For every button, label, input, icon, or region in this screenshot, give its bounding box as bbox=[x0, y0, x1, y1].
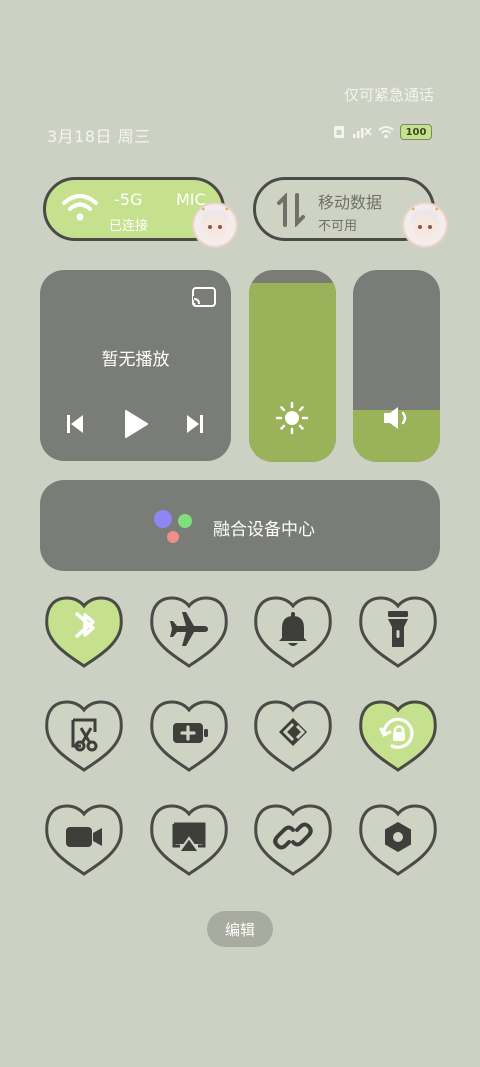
no-signal-icon bbox=[353, 127, 372, 138]
tile-airplane[interactable] bbox=[148, 594, 230, 670]
wifi-icon bbox=[62, 194, 98, 221]
brightness-level-fill bbox=[249, 283, 336, 462]
tile-flashlight[interactable] bbox=[357, 594, 439, 670]
wifi-status: 已连接 bbox=[109, 219, 149, 234]
wifi-network-name: -5G bbox=[114, 190, 143, 209]
previous-icon[interactable] bbox=[65, 413, 85, 435]
tile-share[interactable] bbox=[252, 698, 334, 774]
mobile-data-icon bbox=[277, 193, 305, 227]
avatar bbox=[192, 202, 238, 248]
tile-rotation-lock[interactable] bbox=[357, 698, 439, 774]
mobile-data-label: 移动数据 bbox=[318, 193, 383, 212]
mobile-data-status: 不可用 bbox=[318, 219, 358, 234]
tile-nfc[interactable] bbox=[357, 802, 439, 878]
tile-screen-record[interactable] bbox=[43, 802, 125, 878]
wifi-icon bbox=[378, 126, 394, 139]
battery-icon: 100 bbox=[400, 124, 432, 140]
date-text: 3月18日 周三 bbox=[47, 127, 151, 146]
brightness-slider[interactable] bbox=[249, 270, 336, 462]
battery-plus-icon bbox=[173, 723, 208, 743]
device-center-label: 融合设备中心 bbox=[213, 520, 315, 540]
mobile-data-toggle[interactable]: 移动数据 不可用 bbox=[253, 177, 448, 248]
wifi-toggle[interactable]: -5G MIC 已连接 bbox=[43, 177, 238, 248]
tile-screen-cast[interactable] bbox=[148, 802, 230, 878]
no-media-label: 暂无播放 bbox=[101, 350, 170, 370]
volume-slider[interactable] bbox=[353, 270, 440, 462]
sun-icon bbox=[275, 401, 309, 435]
assistant-dots-icon bbox=[154, 510, 192, 543]
edit-button[interactable]: 编辑 bbox=[207, 911, 273, 947]
tile-bell[interactable] bbox=[252, 594, 334, 670]
emergency-calls-only-text: 仅可紧急通话 bbox=[343, 86, 434, 104]
play-icon[interactable] bbox=[123, 409, 149, 439]
tile-battery-saver[interactable] bbox=[148, 698, 230, 774]
tile-bluetooth[interactable] bbox=[43, 594, 125, 670]
avatar bbox=[402, 202, 448, 248]
tile-link[interactable] bbox=[252, 802, 334, 878]
next-icon[interactable] bbox=[185, 413, 205, 435]
speaker-icon bbox=[384, 407, 407, 429]
sim-card-icon bbox=[334, 126, 344, 138]
status-icons: 100 bbox=[332, 124, 432, 140]
device-center-card[interactable]: 融合设备中心 bbox=[40, 480, 440, 571]
tile-screenshot[interactable] bbox=[43, 698, 125, 774]
media-player-card[interactable]: 暂无播放 bbox=[40, 270, 231, 461]
cast-icon[interactable] bbox=[191, 286, 217, 308]
